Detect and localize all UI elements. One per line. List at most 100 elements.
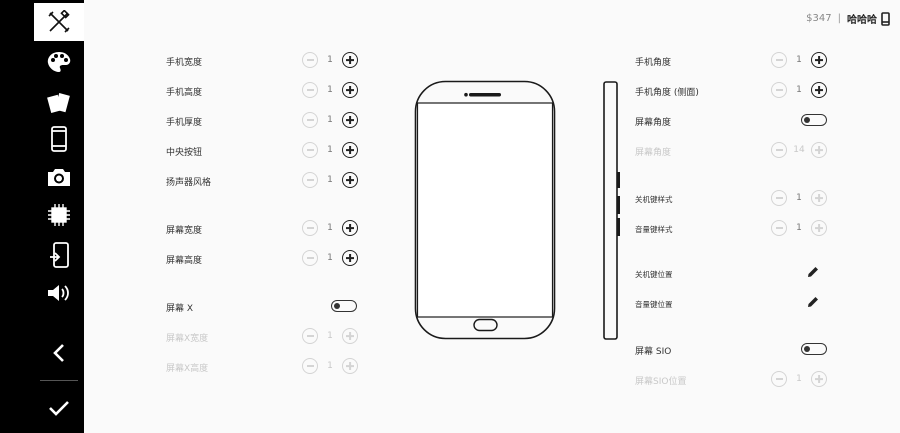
- stepper-value: 1: [796, 55, 802, 65]
- cards-icon: [47, 92, 70, 114]
- phone-height-stepper: 1: [302, 82, 358, 98]
- phone-rotate-icon: [50, 242, 69, 268]
- stepper-value: 1: [796, 374, 802, 384]
- minus-icon[interactable]: [302, 172, 318, 188]
- screen-angle-label: 屏幕角度: [635, 118, 672, 128]
- minus-icon[interactable]: [771, 82, 787, 98]
- minus-icon[interactable]: [771, 142, 787, 158]
- screen-x-toggle[interactable]: [331, 300, 357, 312]
- screen-x-label: 屏幕 X: [166, 304, 194, 314]
- stepper-value: 1: [327, 331, 333, 341]
- palette-icon: [47, 52, 71, 72]
- sidebar-item-phone[interactable]: [34, 120, 84, 158]
- plus-icon[interactable]: [342, 172, 358, 188]
- stepper-value: 1: [327, 361, 333, 371]
- phone-side-preview: [603, 81, 620, 340]
- stepper-value: 1: [327, 55, 333, 65]
- phone-height-label: 手机高度: [166, 88, 203, 98]
- screen-width-stepper: 1: [302, 220, 358, 236]
- volume-key-position-label: 音量键位置: [635, 300, 673, 309]
- chip-icon: [48, 204, 70, 226]
- app-window: $347 | 哈哈哈 手机宽度 1 手机高度 1 手机厚度 1 中央按钮 1 扬…: [0, 0, 900, 433]
- plus-icon[interactable]: [342, 82, 358, 98]
- minus-icon[interactable]: [302, 250, 318, 266]
- power-key-style-stepper: 1: [771, 190, 827, 206]
- phone-angle-stepper: 1: [771, 52, 827, 68]
- power-key-position-label: 关机键位置: [635, 270, 673, 279]
- sidebar-item-cards[interactable]: [34, 83, 84, 121]
- sidebar-item-palette[interactable]: [34, 43, 84, 81]
- sidebar-item-phone-rotate[interactable]: [34, 236, 84, 274]
- minus-icon[interactable]: [302, 142, 318, 158]
- screen-edge: [0, 0, 34, 433]
- stepper-value: 1: [796, 193, 802, 203]
- phone-front-preview: [414, 80, 556, 340]
- minus-icon[interactable]: [302, 82, 318, 98]
- back-button[interactable]: [34, 334, 84, 372]
- center-button-label: 中央按钮: [166, 148, 203, 158]
- plus-icon[interactable]: [811, 371, 827, 387]
- username: 哈哈哈: [847, 15, 877, 26]
- stepper-value: 1: [327, 145, 333, 155]
- plus-icon[interactable]: [811, 142, 827, 158]
- minus-icon[interactable]: [771, 52, 787, 68]
- sidebar-item-chip[interactable]: [34, 196, 84, 234]
- plus-icon[interactable]: [811, 52, 827, 68]
- plus-icon[interactable]: [342, 358, 358, 374]
- power-key-style-label: 关机键样式: [635, 195, 673, 204]
- minus-icon[interactable]: [771, 220, 787, 236]
- stepper-value: 1: [796, 85, 802, 95]
- speaker-style-stepper: 1: [302, 172, 358, 188]
- minus-icon[interactable]: [302, 112, 318, 128]
- plus-icon[interactable]: [342, 112, 358, 128]
- plus-icon[interactable]: [811, 190, 827, 206]
- screen-width-label: 屏幕宽度: [166, 226, 203, 236]
- plus-icon[interactable]: [342, 52, 358, 68]
- phone-icon: [51, 126, 67, 152]
- speaker-icon: [48, 285, 69, 301]
- coin-balance: $347: [806, 13, 832, 24]
- screen-sio-toggle[interactable]: [801, 343, 827, 355]
- minus-icon[interactable]: [302, 328, 318, 344]
- confirm-button[interactable]: [34, 389, 84, 427]
- plus-icon[interactable]: [342, 142, 358, 158]
- screen-sio-label: 屏幕 SIO: [635, 347, 672, 357]
- minus-icon[interactable]: [302, 358, 318, 374]
- minus-icon[interactable]: [771, 190, 787, 206]
- screen-sio-position-stepper: 1: [771, 371, 827, 387]
- status-separator: |: [837, 13, 841, 24]
- phone-side-angle-label: 手机角度 (侧面): [635, 88, 699, 98]
- stepper-value: 1: [327, 115, 333, 125]
- stepper-value: 1: [796, 223, 802, 233]
- status-bar: $347 | 哈哈哈: [806, 11, 890, 26]
- tools-icon: [48, 10, 70, 33]
- sidebar-item-camera[interactable]: [34, 158, 84, 196]
- plus-icon[interactable]: [342, 250, 358, 266]
- volume-key-style-label: 音量键样式: [635, 225, 673, 234]
- stepper-value: 1: [327, 175, 333, 185]
- minus-icon[interactable]: [771, 371, 787, 387]
- checkmark-icon: [49, 401, 69, 416]
- plus-icon[interactable]: [811, 82, 827, 98]
- phone-status-icon: [881, 11, 890, 26]
- stepper-value: 1: [327, 85, 333, 95]
- plus-icon[interactable]: [342, 220, 358, 236]
- phone-width-stepper: 1: [302, 52, 358, 68]
- volume-key-style-stepper: 1: [771, 220, 827, 236]
- center-button-stepper: 1: [302, 142, 358, 158]
- phone-angle-label: 手机角度: [635, 58, 672, 68]
- plus-icon[interactable]: [811, 220, 827, 236]
- plus-icon[interactable]: [342, 328, 358, 344]
- sidebar: [34, 0, 84, 433]
- phone-side-angle-stepper: 1: [771, 82, 827, 98]
- edit-pencil-icon[interactable]: [806, 265, 820, 279]
- edit-pencil-icon[interactable]: [806, 295, 820, 309]
- screen-x-height-stepper: 1: [302, 358, 358, 374]
- sidebar-item-tools[interactable]: [34, 3, 84, 41]
- screen-angle-toggle[interactable]: [801, 114, 827, 126]
- sidebar-item-speaker[interactable]: [34, 274, 84, 312]
- stepper-value: 1: [327, 253, 333, 263]
- minus-icon[interactable]: [302, 52, 318, 68]
- minus-icon[interactable]: [302, 220, 318, 236]
- screen-x-width-label: 屏幕X宽度: [166, 334, 209, 344]
